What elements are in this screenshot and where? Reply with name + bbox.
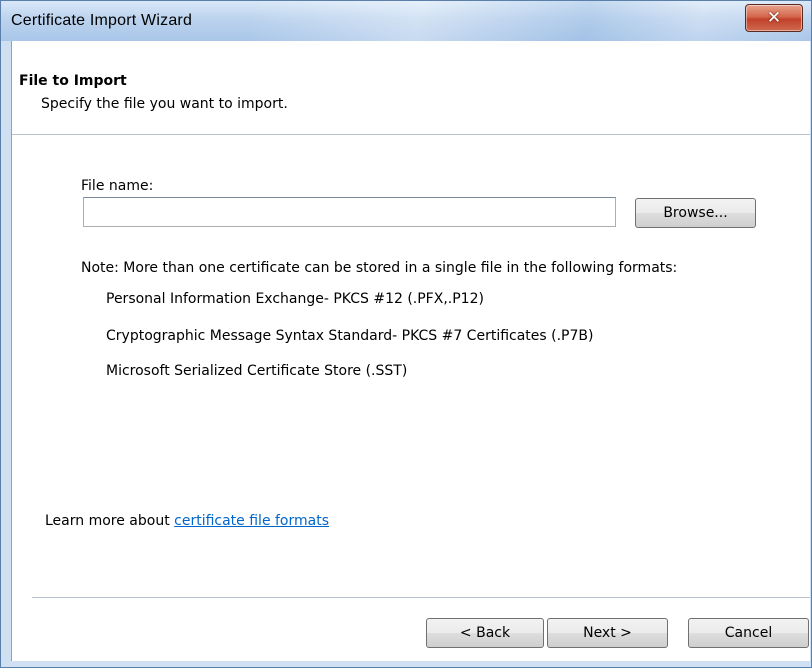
format-item-p7b: Cryptographic Message Syntax Standard- P… [106, 328, 594, 344]
next-button[interactable]: Next > [547, 618, 668, 648]
certificate-file-formats-link[interactable]: certificate file formats [174, 513, 329, 529]
learn-more-text: Learn more about certificate file format… [45, 513, 329, 529]
certificate-import-wizard-window: Certificate Import Wizard ✕ File to Impo… [0, 0, 812, 668]
window-title: Certificate Import Wizard [11, 12, 193, 29]
file-name-label: File name: [81, 178, 154, 194]
page-heading: File to Import [19, 73, 127, 89]
learn-more-prefix: Learn more about [45, 513, 175, 529]
close-button[interactable]: ✕ [745, 4, 803, 32]
header-divider [12, 134, 810, 135]
footer-divider [32, 597, 810, 598]
formats-note: Note: More than one certificate can be s… [81, 260, 678, 276]
file-name-input[interactable] [83, 197, 616, 227]
format-item-pfx: Personal Information Exchange- PKCS #12 … [106, 291, 484, 307]
close-icon: ✕ [766, 8, 782, 28]
title-bar[interactable]: Certificate Import Wizard ✕ [1, 1, 811, 41]
format-item-sst: Microsoft Serialized Certificate Store (… [106, 363, 408, 379]
back-button[interactable]: < Back [426, 618, 544, 648]
browse-button[interactable]: Browse... [635, 198, 756, 228]
wizard-content: File to Import Specify the file you want… [11, 41, 810, 661]
cancel-button[interactable]: Cancel [688, 618, 809, 648]
page-subheading: Specify the file you want to import. [41, 96, 288, 112]
